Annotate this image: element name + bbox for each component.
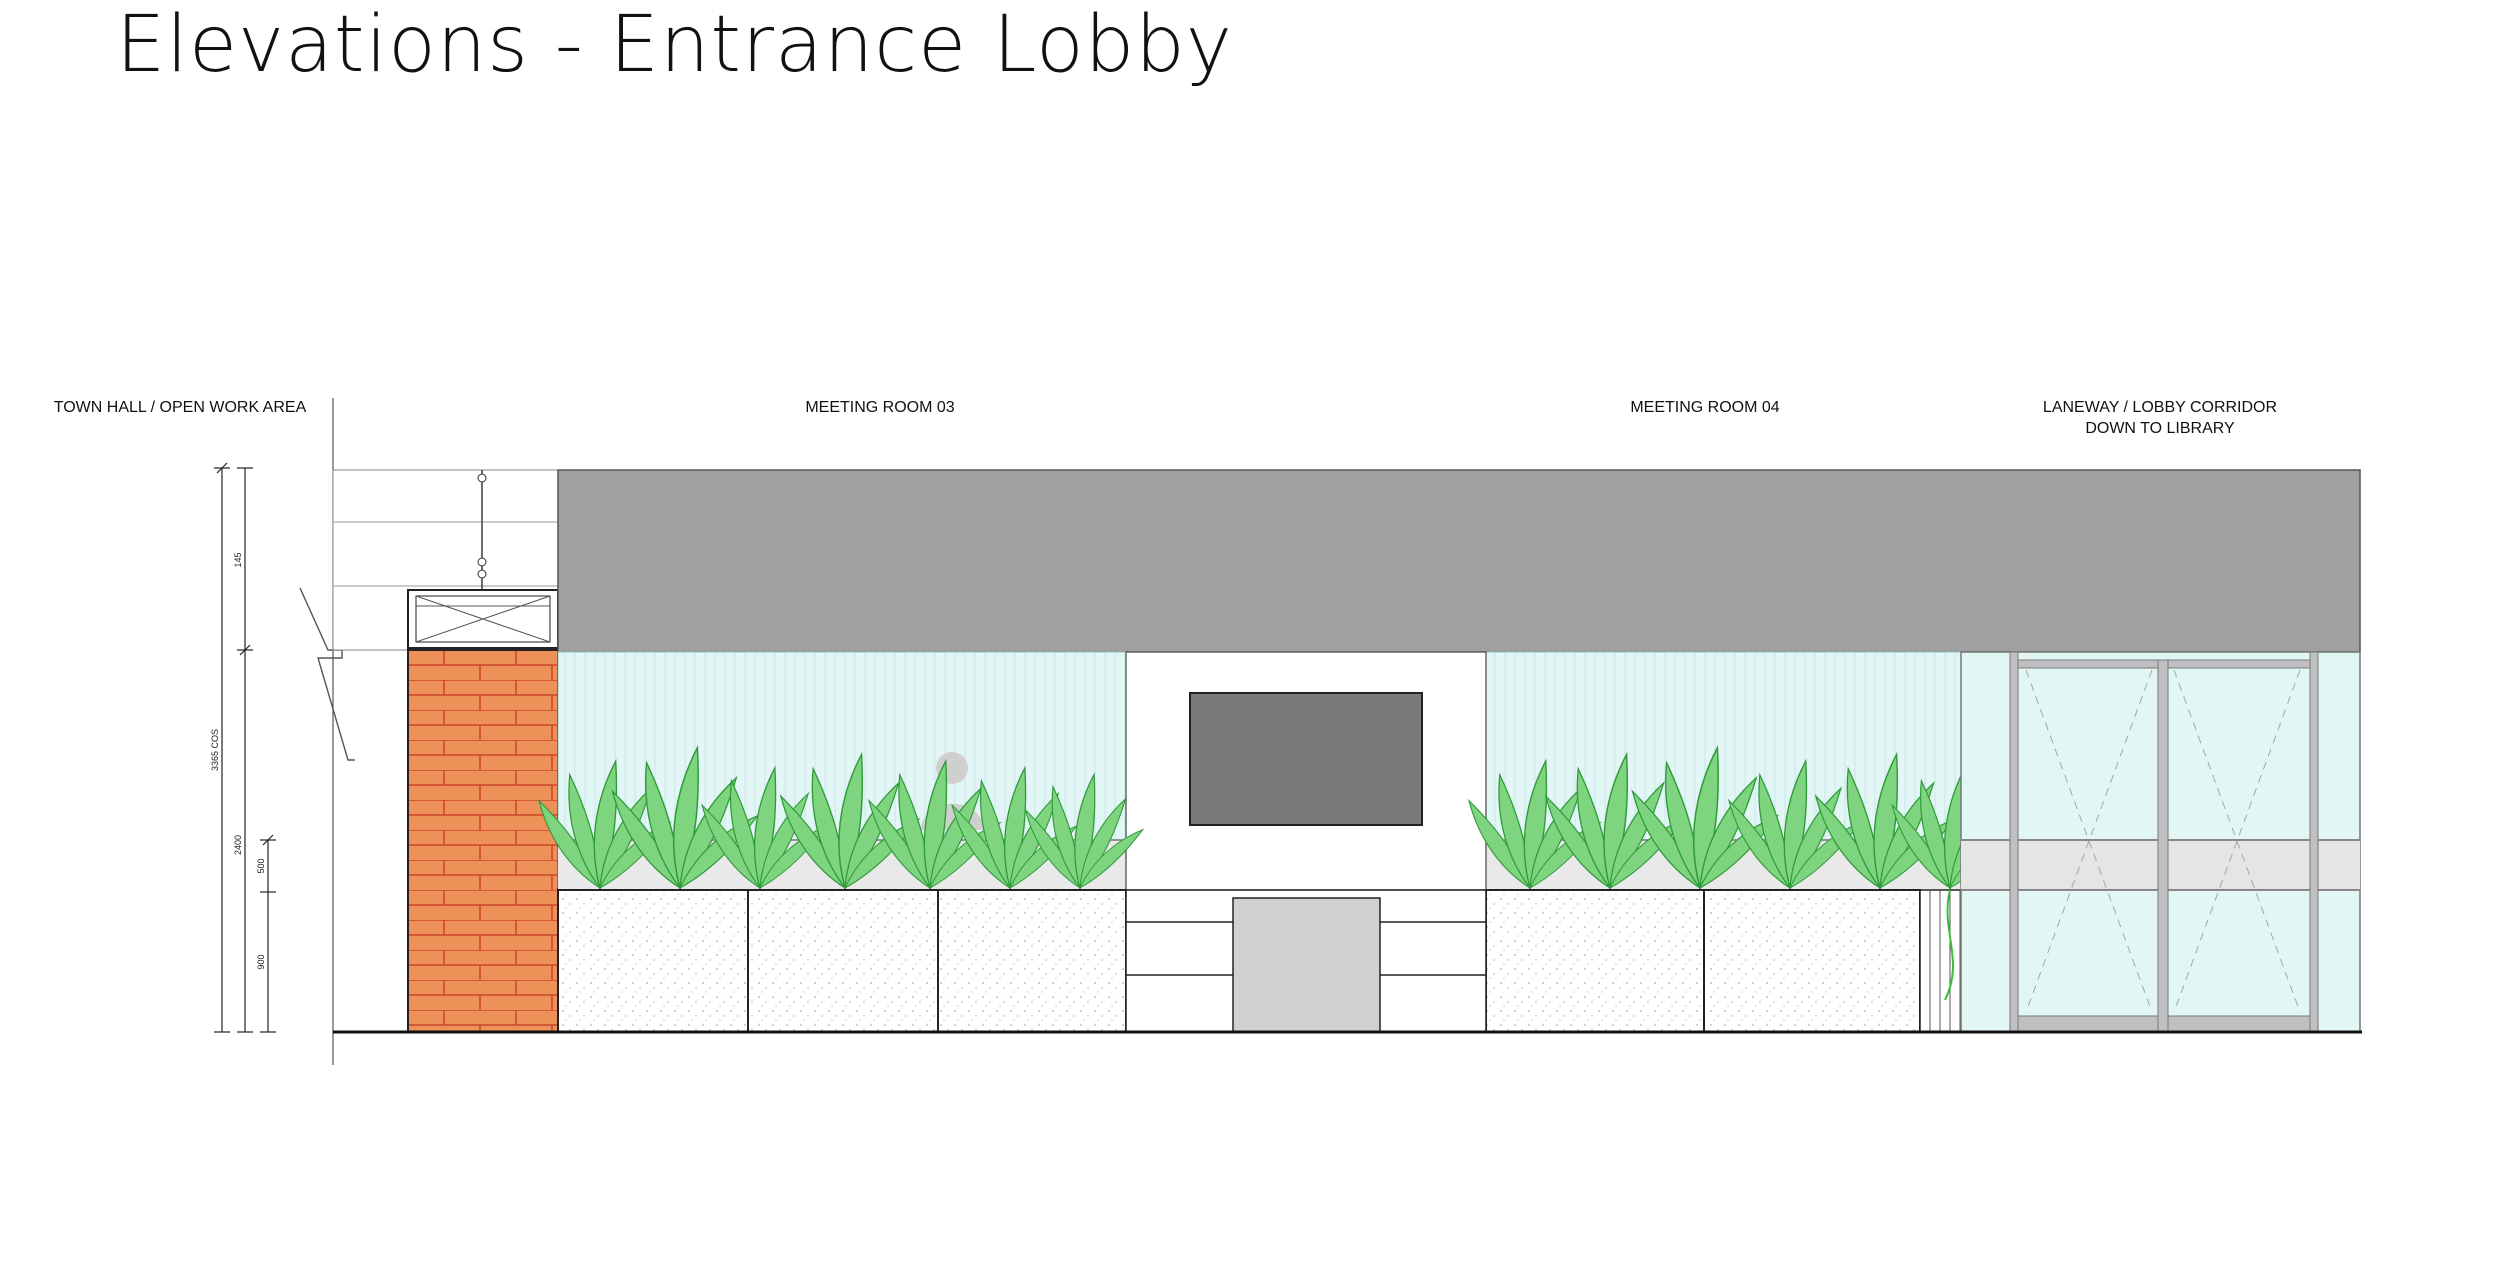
central-joinery xyxy=(1125,889,1487,1033)
dimension-upper: 145 xyxy=(233,552,243,567)
elevation-drawing: TOWN HALL / OPEN WORK AREA MEETING ROOM … xyxy=(54,398,2362,1065)
vent-grille xyxy=(407,589,559,649)
tv-wall xyxy=(1125,651,1487,891)
dimension-base: 900 xyxy=(256,954,266,969)
label-meeting-room-04: MEETING ROOM 04 xyxy=(1630,399,1779,416)
label-laneway-line2: DOWN TO LIBRARY xyxy=(2085,420,2235,437)
label-town-hall: TOWN HALL / OPEN WORK AREA xyxy=(54,399,307,416)
bulkhead xyxy=(557,469,2361,653)
tv-screen xyxy=(1189,692,1423,826)
label-laneway-line1: LANEWAY / LOBBY CORRIDOR xyxy=(2043,399,2277,416)
dimension-wall: 2400 xyxy=(233,835,243,855)
dimension-mid: 500 xyxy=(256,858,266,873)
dimension-overall: 3365 COS xyxy=(210,729,220,771)
brick-pier xyxy=(407,649,559,1033)
dimension-strings xyxy=(214,462,276,1033)
label-meeting-room-03: MEETING ROOM 03 xyxy=(805,399,954,416)
